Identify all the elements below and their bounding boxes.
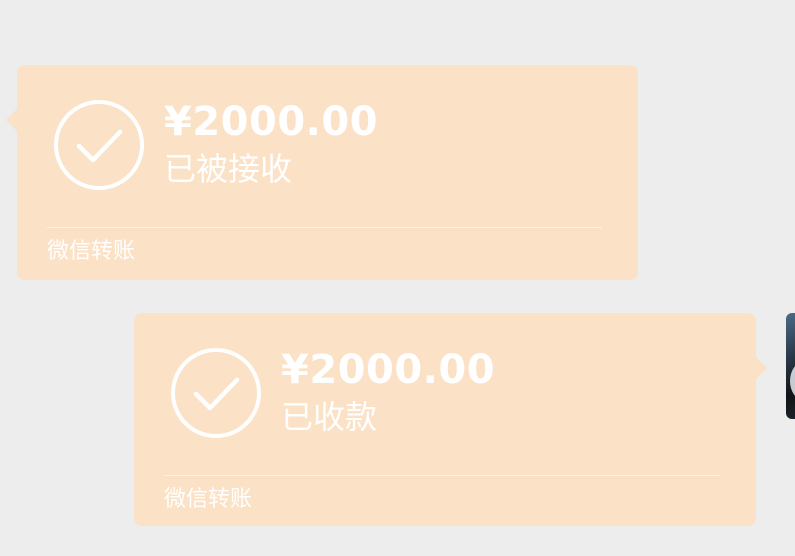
bubble-tail bbox=[6, 109, 17, 131]
bubble-tail bbox=[756, 357, 767, 379]
transfer-status: 已被接收 bbox=[164, 150, 293, 188]
check-circle-icon bbox=[54, 100, 144, 190]
transfer-amount: ¥2000.00 bbox=[281, 347, 496, 393]
transfer-amount: ¥2000.00 bbox=[164, 99, 379, 145]
transfer-footer-label: 微信转账 bbox=[47, 239, 136, 264]
check-circle-icon bbox=[171, 348, 261, 438]
transfer-status: 已收款 bbox=[281, 398, 378, 436]
transfer-message-outgoing[interactable]: ¥2000.00 已收款 微信转账 bbox=[134, 313, 767, 526]
avatar[interactable] bbox=[786, 313, 795, 419]
transfer-footer-label: 微信转账 bbox=[164, 487, 253, 512]
transfer-message-incoming[interactable]: ¥2000.00 已被接收 微信转账 bbox=[6, 65, 638, 280]
divider bbox=[164, 475, 720, 476]
divider bbox=[47, 227, 602, 228]
